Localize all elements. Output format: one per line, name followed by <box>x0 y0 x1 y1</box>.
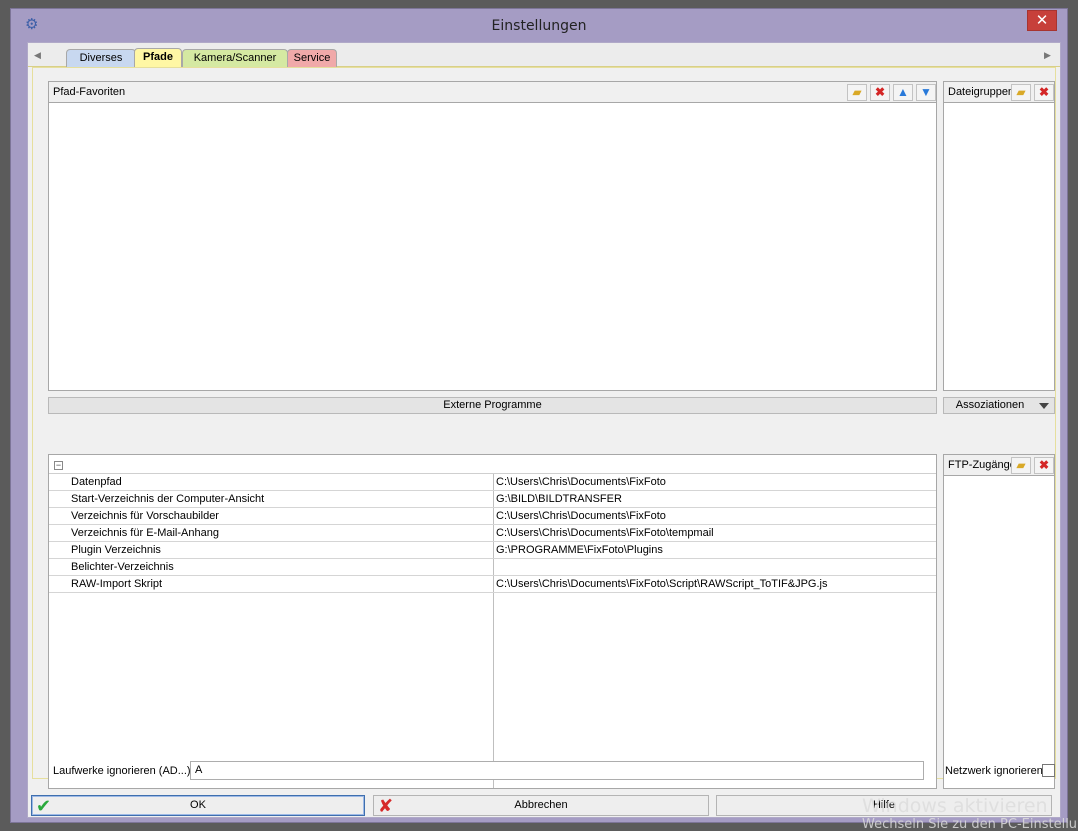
move-down-icon[interactable]: ▼ <box>916 84 936 101</box>
cancel-button[interactable]: ✘ Abbrechen <box>373 795 709 816</box>
window-frame: ⚙ Einstellungen ✕ ◀ Diverses Pfade Kamer… <box>10 8 1068 823</box>
tab-scroll-right-icon[interactable]: ▶ <box>1044 50 1054 60</box>
ftp-title: FTP-Zugänge <box>948 459 1012 471</box>
network-ignore-checkbox[interactable] <box>1042 764 1055 777</box>
new-folder-icon[interactable]: ▰ <box>1011 84 1031 101</box>
collapse-icon[interactable]: − <box>54 461 63 470</box>
path-setting-value[interactable]: G:\BILD\BILDTRANSFER <box>496 493 622 505</box>
path-setting-name: Datenpfad <box>71 476 122 488</box>
associations-dropdown[interactable]: Assoziationen <box>943 397 1055 414</box>
watermark-line-2: Wechseln Sie zu den PC-Einstellu <box>862 817 1078 831</box>
path-setting-value[interactable]: C:\Users\Chris\Documents\FixFoto\tempmai… <box>496 527 714 539</box>
table-row[interactable]: Datenpfad C:\Users\Chris\Documents\FixFot… <box>49 474 936 491</box>
path-setting-name: Plugin Verzeichnis <box>71 544 161 556</box>
dialog-client-area: ◀ Diverses Pfade Kamera/Scanner Service … <box>27 42 1061 818</box>
path-favorites-list[interactable]: Pfad-Favoriten ▰ ✖ ▲ ▼ <box>48 81 937 391</box>
delete-icon[interactable]: ✖ <box>870 84 890 101</box>
path-favorites-title: Pfad-Favoriten <box>53 86 126 98</box>
table-row[interactable]: Plugin Verzeichnis G:\PROGRAMME\FixFoto\P… <box>49 542 936 559</box>
new-folder-icon[interactable]: ▰ <box>847 84 867 101</box>
ok-label: OK <box>190 799 206 811</box>
cancel-icon: ✘ <box>378 796 394 816</box>
tab-scroll-left-icon[interactable]: ◀ <box>34 50 44 60</box>
path-setting-name: Verzeichnis für Vorschaubilder <box>71 510 219 522</box>
table-row[interactable]: Start-Verzeichnis der Computer-Ansicht G:… <box>49 491 936 508</box>
path-setting-value[interactable]: C:\Users\Chris\Documents\FixFoto\Script\… <box>496 578 828 590</box>
checkmark-icon: ✔ <box>36 796 52 816</box>
network-ignore-label: Netzwerk ignorieren <box>945 765 1043 777</box>
close-button[interactable]: ✕ <box>1027 10 1057 31</box>
tab-pfade[interactable]: Pfade <box>134 48 182 68</box>
grid-category-row: − <box>49 455 936 474</box>
tab-service[interactable]: Service <box>287 49 337 67</box>
delete-icon[interactable]: ✖ <box>1034 84 1054 101</box>
table-row[interactable]: Verzeichnis für Vorschaubilder C:\Users\C… <box>49 508 936 525</box>
chevron-down-icon <box>1039 403 1049 409</box>
path-setting-value[interactable]: G:\PROGRAMME\FixFoto\Plugins <box>496 544 663 556</box>
drives-ignore-input[interactable]: A <box>190 761 924 780</box>
associations-label: Assoziationen <box>955 399 1025 411</box>
ftp-access-list[interactable]: FTP-Zugänge ▰ ✖ <box>943 454 1055 789</box>
delete-icon[interactable]: ✖ <box>1034 457 1054 474</box>
watermark-line-1: Windows aktivieren <box>862 795 1048 817</box>
path-setting-name: Belichter-Verzeichnis <box>71 561 174 573</box>
path-setting-name: RAW-Import Skript <box>71 578 163 590</box>
ftp-header: FTP-Zugänge ▰ ✖ <box>944 455 1054 476</box>
new-folder-icon[interactable]: ▰ <box>1011 457 1031 474</box>
external-programs-button[interactable]: Externe Programme <box>48 397 937 414</box>
cancel-label: Abbrechen <box>514 799 568 811</box>
windows-activation-watermark: Windows aktivieren Wechseln Sie zu den P… <box>862 796 1077 831</box>
move-up-icon[interactable]: ▲ <box>893 84 913 101</box>
tab-kamera-scanner[interactable]: Kamera/Scanner <box>182 49 288 67</box>
path-favorites-header: Pfad-Favoriten ▰ ✖ ▲ ▼ <box>49 82 936 103</box>
file-groups-list[interactable]: Dateigruppen ▰ ✖ <box>943 81 1055 391</box>
window-title: Einstellungen <box>491 18 587 34</box>
path-setting-name: Start-Verzeichnis der Computer-Ansicht <box>71 493 265 505</box>
ok-button[interactable]: ✔ OK <box>31 795 365 816</box>
tab-strip: ◀ Diverses Pfade Kamera/Scanner Service … <box>28 43 1060 68</box>
path-setting-value[interactable]: C:\Users\Chris\Documents\FixFoto <box>496 510 666 522</box>
settings-window: ⚙ Einstellungen ✕ ◀ Diverses Pfade Kamer… <box>0 0 1078 831</box>
file-groups-title: Dateigruppen <box>948 86 1012 98</box>
drives-ignore-label: Laufwerke ignorieren (AD...) <box>53 765 191 777</box>
table-row[interactable]: Verzeichnis für E-Mail-Anhang C:\Users\Ch… <box>49 525 936 542</box>
title-bar[interactable]: ⚙ Einstellungen ✕ <box>11 9 1067 43</box>
tab-diverses[interactable]: Diverses <box>66 49 136 67</box>
file-groups-header: Dateigruppen ▰ ✖ <box>944 82 1054 103</box>
table-row[interactable]: Belichter-Verzeichnis <box>49 559 936 576</box>
path-setting-value[interactable]: C:\Users\Chris\Documents\FixFoto <box>496 476 666 488</box>
table-row[interactable]: RAW-Import Skript C:\Users\Chris\Document… <box>49 576 936 593</box>
path-setting-name: Verzeichnis für E-Mail-Anhang <box>71 527 219 539</box>
path-settings-grid[interactable]: − Datenpfad C:\Users\Chris\Documents\FixF… <box>48 454 937 789</box>
